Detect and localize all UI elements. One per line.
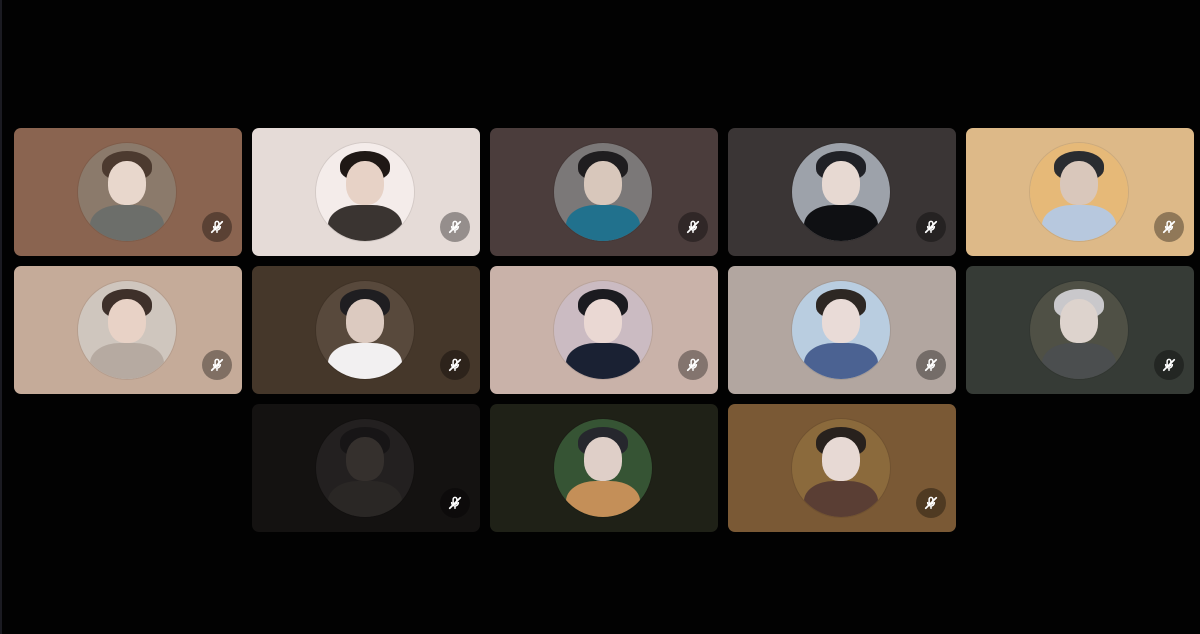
mic-muted-icon[interactable] — [440, 350, 470, 380]
participant-avatar — [78, 143, 176, 241]
avatar-body — [566, 205, 640, 241]
mic-muted-icon[interactable] — [440, 488, 470, 518]
mic-muted-icon[interactable] — [1154, 212, 1184, 242]
participant-tile[interactable] — [966, 128, 1194, 256]
participant-tile[interactable] — [728, 128, 956, 256]
participant-avatar — [554, 281, 652, 379]
avatar-face — [584, 437, 622, 481]
avatar-face — [346, 299, 384, 343]
participant-grid — [14, 128, 1194, 532]
avatar-body — [90, 343, 164, 379]
participant-avatar — [792, 143, 890, 241]
participant-avatar — [792, 419, 890, 517]
mic-muted-icon[interactable] — [678, 212, 708, 242]
participant-avatar — [554, 143, 652, 241]
avatar-face — [822, 437, 860, 481]
avatar-face — [584, 299, 622, 343]
participant-tile[interactable] — [252, 404, 480, 532]
avatar-face — [822, 161, 860, 205]
mic-muted-icon[interactable] — [202, 212, 232, 242]
avatar-body — [328, 205, 402, 241]
avatar-body — [804, 481, 878, 517]
avatar-face — [822, 299, 860, 343]
mic-muted-icon[interactable] — [916, 350, 946, 380]
avatar-face — [108, 161, 146, 205]
participant-tile[interactable] — [490, 128, 718, 256]
participant-avatar — [316, 419, 414, 517]
participant-tile[interactable] — [14, 266, 242, 394]
participant-avatar — [1030, 281, 1128, 379]
avatar-face — [346, 161, 384, 205]
participant-tile[interactable] — [252, 128, 480, 256]
avatar-body — [804, 205, 878, 241]
participant-avatar — [792, 281, 890, 379]
participant-tile[interactable] — [966, 266, 1194, 394]
participant-tile[interactable] — [490, 404, 718, 532]
participant-avatar — [316, 281, 414, 379]
participant-tile[interactable] — [728, 404, 956, 532]
mic-muted-icon[interactable] — [916, 488, 946, 518]
video-call-stage — [0, 0, 1200, 634]
avatar-face — [346, 437, 384, 481]
avatar-face — [1060, 299, 1098, 343]
avatar-body — [328, 343, 402, 379]
participant-avatar — [78, 281, 176, 379]
mic-muted-icon[interactable] — [678, 350, 708, 380]
participant-tile[interactable] — [490, 266, 718, 394]
avatar-face — [1060, 161, 1098, 205]
avatar-face — [108, 299, 146, 343]
participant-avatar — [1030, 143, 1128, 241]
mic-muted-icon[interactable] — [1154, 350, 1184, 380]
participant-tile[interactable] — [252, 266, 480, 394]
avatar-body — [566, 343, 640, 379]
avatar-body — [328, 481, 402, 517]
avatar-body — [90, 205, 164, 241]
participant-avatar — [554, 419, 652, 517]
participant-tile[interactable] — [728, 266, 956, 394]
participant-avatar — [316, 143, 414, 241]
participant-tile[interactable] — [14, 128, 242, 256]
avatar-body — [804, 343, 878, 379]
mic-muted-icon[interactable] — [202, 350, 232, 380]
mic-muted-icon[interactable] — [916, 212, 946, 242]
mic-muted-icon[interactable] — [440, 212, 470, 242]
avatar-face — [584, 161, 622, 205]
avatar-body — [1042, 205, 1116, 241]
avatar-body — [1042, 343, 1116, 379]
avatar-body — [566, 481, 640, 517]
